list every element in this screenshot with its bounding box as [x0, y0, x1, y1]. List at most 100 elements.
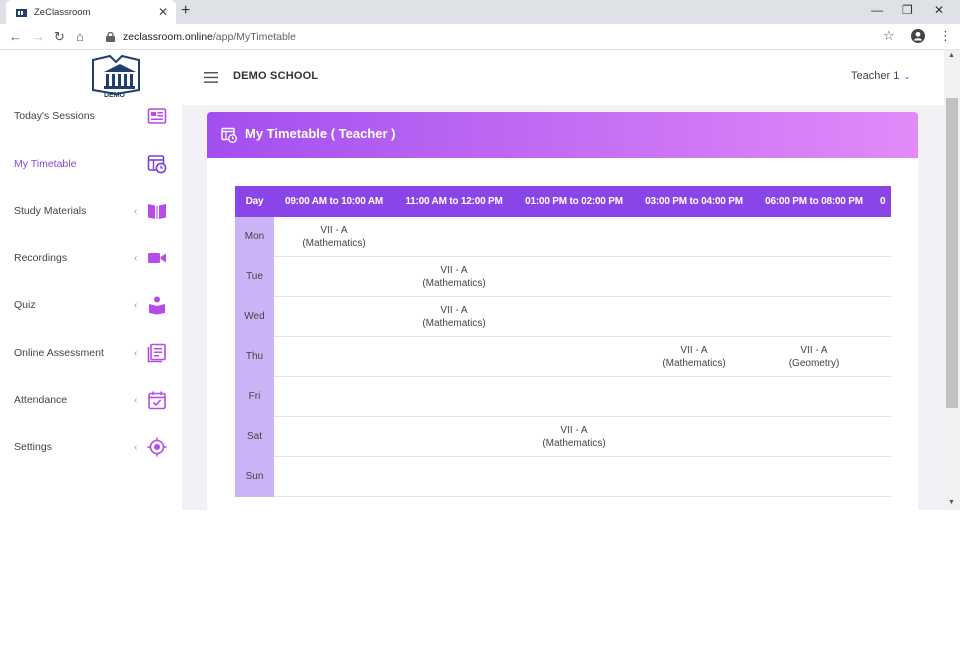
timetable-header-row: Day 09:00 AM to 10:00 AM 11:00 AM to 12:…	[235, 186, 891, 217]
url-path: /app/MyTimetable	[212, 31, 296, 43]
timetable-icon	[147, 155, 167, 174]
sidebar-item-quiz[interactable]: Quiz ‹	[0, 290, 182, 320]
browser-tabstrip: ZeClassroom ✕ + — ❐ ✕	[0, 0, 960, 24]
home-icon[interactable]: ⌂	[76, 29, 84, 44]
table-row: Wed VII - A (Mathematics)	[235, 297, 891, 337]
calendar-check-icon	[148, 391, 166, 410]
chevron-left-icon: ‹	[134, 299, 138, 311]
scroll-up-icon[interactable]: ▲	[948, 52, 955, 59]
class-slot[interactable]: VII - A (Mathematics)	[274, 217, 394, 257]
sidebar-item-online-assessment[interactable]: Online Assessment ‹	[0, 338, 182, 368]
url-field[interactable]: zeclassroom.online/app/MyTimetable	[100, 27, 910, 47]
table-row: Thu VII - A (Mathematics) VII - A (Geome…	[235, 337, 891, 377]
class-slot[interactable]: VII - A (Mathematics)	[394, 297, 514, 337]
sidebar-item-label: Attendance	[14, 394, 68, 406]
column-header-slot: 01:00 PM to 02:00 PM	[525, 196, 623, 207]
class-name: VII - A	[800, 345, 828, 356]
sidebar: DEMO Today's Sessions My Timetable Study…	[0, 50, 182, 510]
url-host: zeclassroom.online	[123, 31, 213, 43]
address-bar: ← → ↻ ⌂ zeclassroom.online/app/MyTimetab…	[0, 24, 960, 50]
sidebar-item-todays-sessions[interactable]: Today's Sessions	[0, 101, 182, 131]
subject-name: (Mathematics)	[542, 438, 606, 449]
minimize-icon[interactable]: —	[871, 3, 883, 17]
subject-name: (Mathematics)	[662, 358, 726, 369]
video-icon	[148, 253, 166, 263]
sidebar-item-label: Today's Sessions	[14, 110, 95, 122]
profile-icon[interactable]	[911, 29, 925, 43]
sidebar-item-label: Study Materials	[14, 205, 87, 217]
class-name: VII - A	[560, 425, 588, 436]
sidebar-item-study-materials[interactable]: Study Materials ‹	[0, 196, 182, 226]
sidebar-item-recordings[interactable]: Recordings ‹	[0, 243, 182, 273]
sidebar-item-my-timetable[interactable]: My Timetable	[0, 149, 182, 179]
card-header: My Timetable ( Teacher )	[207, 112, 918, 158]
hamburger-menu-icon[interactable]	[204, 72, 218, 83]
card-title: My Timetable ( Teacher )	[245, 126, 396, 141]
class-slot[interactable]: VII - A (Mathematics)	[634, 337, 754, 377]
timetable-icon	[221, 127, 237, 143]
sidebar-item-label: Settings	[14, 441, 52, 453]
book-icon	[148, 204, 166, 219]
bookmark-star-icon[interactable]: ☆	[883, 28, 895, 44]
scroll-down-icon[interactable]: ▼	[948, 499, 955, 506]
sidebar-item-attendance[interactable]: Attendance ‹	[0, 385, 182, 415]
day-cell: Tue	[235, 257, 274, 297]
scrollbar-thumb[interactable]	[946, 98, 958, 408]
browser-tab[interactable]: ZeClassroom ✕	[6, 0, 176, 24]
user-menu[interactable]: Teacher 1 ⌄	[851, 70, 911, 82]
table-row: Mon VII - A (Mathematics)	[235, 217, 891, 257]
table-row: Sun	[235, 457, 891, 497]
sidebar-item-label: My Timetable	[14, 158, 77, 170]
column-header-slot: 09:00 AM to 10:00 AM	[284, 196, 384, 207]
sidebar-item-label: Recordings	[14, 252, 68, 264]
day-cell: Sat	[235, 417, 274, 457]
class-name: VII - A	[680, 345, 708, 356]
column-header-slot: 0	[880, 196, 886, 207]
chevron-left-icon: ‹	[134, 347, 138, 359]
timetable-table: Day 09:00 AM to 10:00 AM 11:00 AM to 12:…	[235, 186, 891, 497]
chevron-left-icon: ‹	[134, 205, 138, 217]
class-slot[interactable]: VII - A (Mathematics)	[514, 417, 634, 457]
day-cell: Mon	[235, 217, 274, 257]
class-slot[interactable]: VII - A (Geometry)	[754, 337, 874, 377]
user-name: Teacher 1	[851, 70, 900, 82]
table-row: Fri	[235, 377, 891, 417]
reload-icon[interactable]: ↻	[54, 29, 65, 45]
chevron-down-icon: ⌄	[903, 71, 911, 81]
close-tab-icon[interactable]: ✕	[158, 5, 168, 19]
chevron-left-icon: ‹	[134, 252, 138, 264]
school-name: DEMO SCHOOL	[233, 70, 319, 82]
subject-name: (Geometry)	[788, 358, 840, 369]
day-cell: Wed	[235, 297, 274, 337]
close-window-icon[interactable]: ✕	[934, 3, 944, 17]
sidebar-item-settings[interactable]: Settings ‹	[0, 432, 182, 462]
lock-icon	[106, 32, 115, 42]
class-slot[interactable]: VII - A (Mathematics)	[394, 257, 514, 297]
subject-name: (Mathematics)	[422, 318, 486, 329]
column-header-slot: 03:00 PM to 04:00 PM	[645, 196, 743, 207]
chevron-left-icon: ‹	[134, 394, 138, 406]
column-header-slot: 11:00 AM to 12:00 PM	[405, 196, 503, 207]
page-scrollbar[interactable]: ▲ ▼	[944, 50, 960, 510]
sidebar-item-label: Quiz	[14, 299, 36, 311]
forward-icon[interactable]: →	[32, 29, 45, 44]
settings-icon	[147, 437, 167, 457]
site-favicon	[16, 8, 27, 17]
column-header-slot: 06:00 PM to 08:00 PM	[765, 196, 863, 207]
assessment-icon	[147, 343, 166, 363]
tab-title: ZeClassroom	[34, 6, 91, 18]
class-name: VII - A	[320, 225, 348, 236]
subject-name: (Mathematics)	[302, 238, 366, 249]
sessions-icon	[147, 108, 167, 124]
browser-menu-icon[interactable]: ⋮	[939, 28, 952, 44]
sidebar-item-label: Online Assessment	[14, 347, 104, 359]
table-row: Sat VII - A (Mathematics)	[235, 417, 891, 457]
restore-icon[interactable]: ❐	[902, 3, 913, 17]
table-row: Tue VII - A (Mathematics)	[235, 257, 891, 297]
column-header-day: Day	[245, 196, 264, 207]
subject-name: (Mathematics)	[422, 278, 486, 289]
back-icon[interactable]: ←	[9, 29, 22, 44]
day-cell: Fri	[235, 377, 274, 417]
quiz-icon	[149, 296, 165, 315]
new-tab-icon[interactable]: +	[181, 2, 190, 20]
